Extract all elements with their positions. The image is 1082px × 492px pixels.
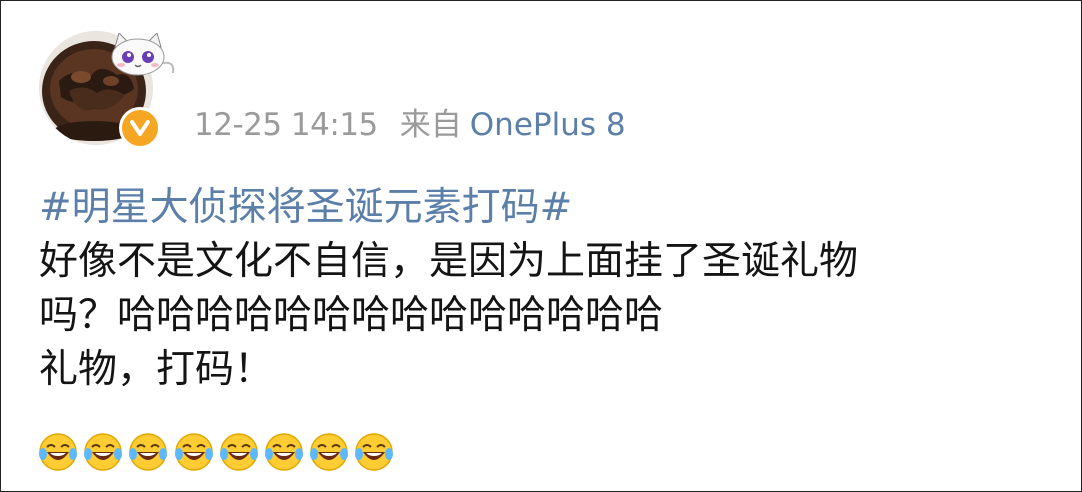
- body-line-2: 吗？哈哈哈哈哈哈哈哈哈哈哈哈哈哈: [39, 293, 664, 338]
- laugh-cry-emoji-icon: [310, 433, 349, 471]
- laugh-cry-emoji-icon: [174, 433, 213, 471]
- post-card: 12-25 14:15 来自 OnePlus 8 #明星大侦探将圣诞元素打码# 好像…: [0, 0, 1082, 492]
- body-line-3: 礼物，打码！: [39, 347, 274, 392]
- verified-badge-icon: [119, 107, 161, 149]
- hashtag-link[interactable]: #明星大侦探将圣诞元素打码#: [39, 185, 572, 230]
- avatar-container[interactable]: [39, 31, 175, 149]
- laugh-cry-emoji-icon: [355, 433, 394, 471]
- cat-pendant-icon: [97, 32, 181, 81]
- source-device-link[interactable]: OnePlus 8: [470, 107, 626, 143]
- source-prefix: 来自: [399, 107, 462, 143]
- laugh-cry-emoji-icon: [129, 433, 168, 471]
- body-line-1: 好像不是文化不自信，是因为上面挂了圣诞礼物: [39, 239, 859, 284]
- laugh-cry-emoji-icon: [219, 433, 258, 471]
- post-meta: 12-25 14:15 来自 OnePlus 8: [194, 105, 626, 145]
- laugh-cry-emoji-icon: [39, 433, 77, 471]
- emoji-row: [38, 432, 400, 474]
- post-content: #明星大侦探将圣诞元素打码# 好像不是文化不自信，是因为上面挂了圣诞礼物 吗？哈…: [39, 181, 1039, 397]
- laugh-cry-emoji-icon: [264, 433, 303, 471]
- laugh-cry-emoji-icon: [84, 433, 123, 471]
- post-timestamp: 12-25 14:15: [194, 107, 378, 143]
